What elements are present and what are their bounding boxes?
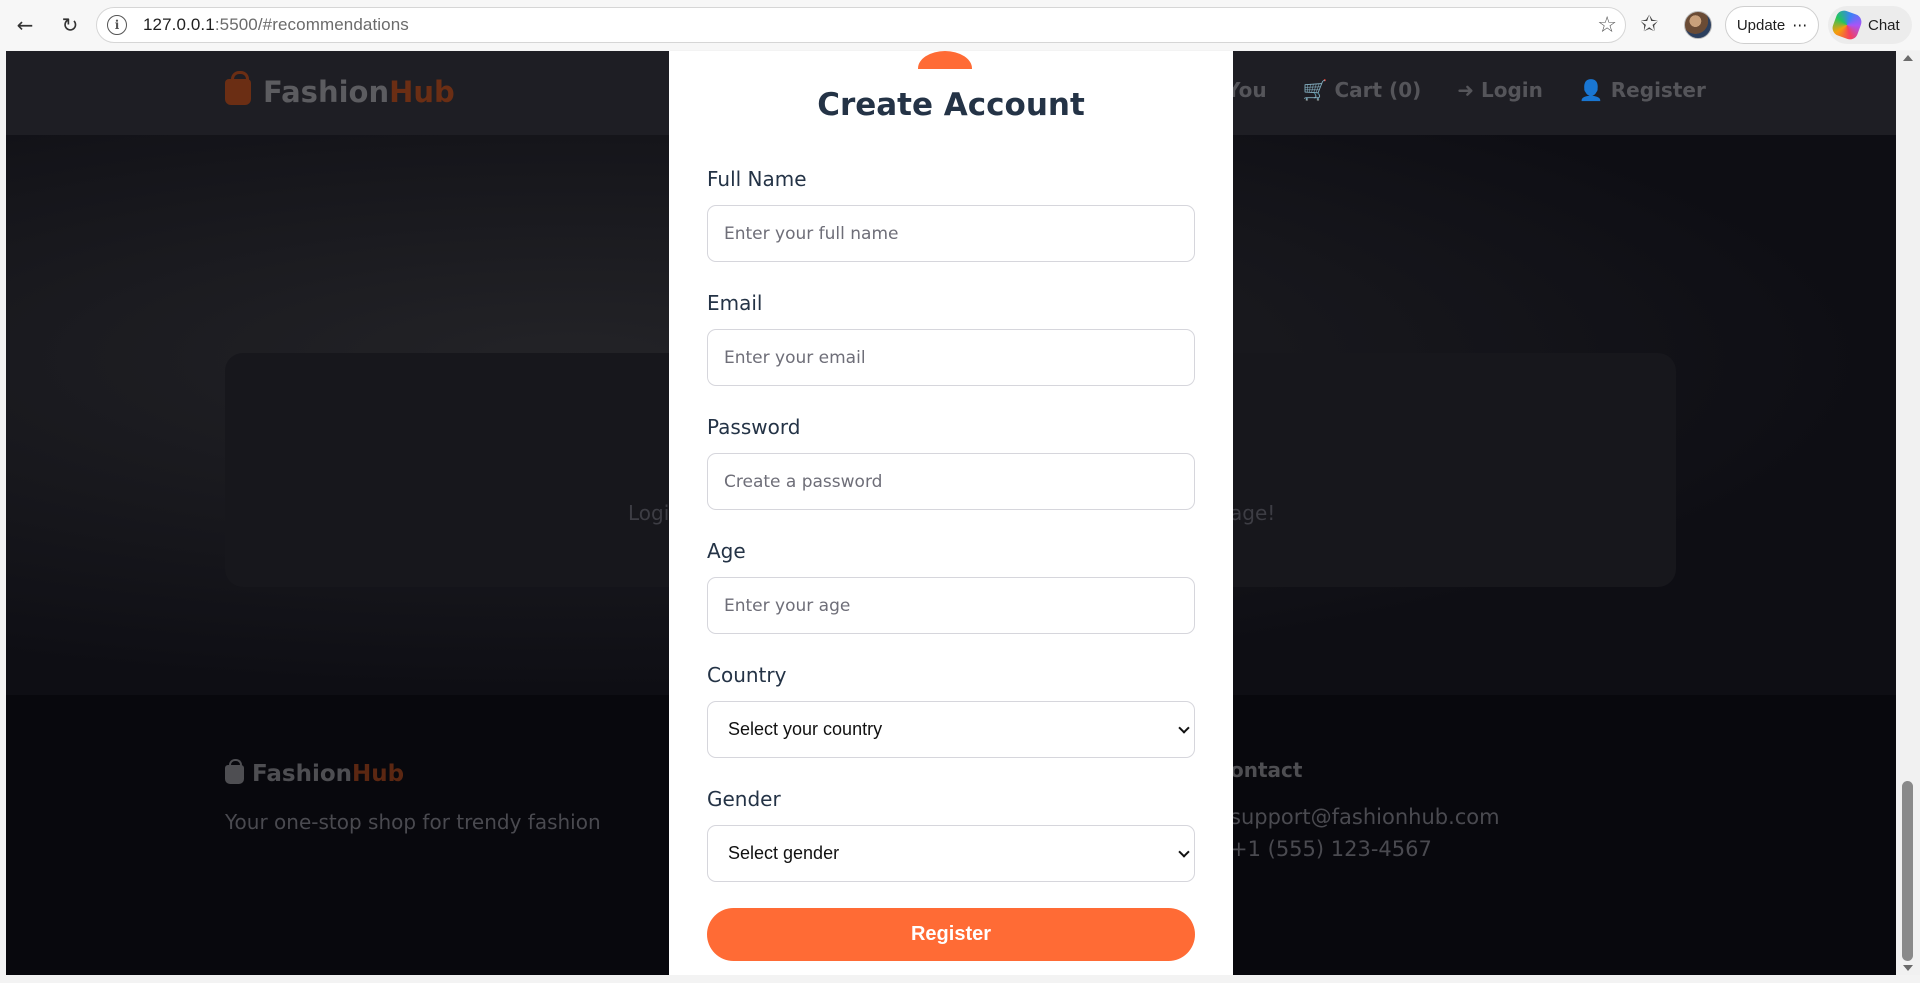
footer-phone-text: +1 (555) 123-4567	[1230, 837, 1432, 861]
recommendations-text-left: Logi	[628, 501, 670, 525]
country-selected-value: Select your country	[728, 719, 883, 739]
chevron-down-icon	[1178, 722, 1190, 734]
gender-selected-value: Select gender	[728, 843, 840, 863]
browser-toolbar: ← ↻ i 127.0.0.1:5500/#recommendations ☆ …	[0, 0, 1920, 50]
footer-logo-accent: Hub	[352, 761, 405, 787]
page-scrollbar[interactable]	[1896, 51, 1920, 975]
url-path: :5500/#recommendations	[214, 15, 409, 34]
nav-register-label: Register	[1610, 78, 1706, 102]
update-button[interactable]: Update ⋯	[1725, 6, 1819, 44]
address-bar[interactable]: i 127.0.0.1:5500/#recommendations ☆	[96, 7, 1626, 43]
site-nav: You 🛒 Cart (0) ➜ Login 👤 Register	[1226, 78, 1706, 102]
favorites-icon[interactable]: ✩	[1640, 12, 1658, 37]
page-viewport: FashionHub You 🛒 Cart (0) ➜ Login 👤 Regi…	[6, 51, 1896, 975]
logo-main-text: Fashion	[263, 75, 390, 109]
site-info-icon[interactable]: i	[107, 15, 127, 35]
reload-icon[interactable]: ↻	[54, 9, 86, 41]
register-modal: Create Account Full Name Email Password …	[669, 51, 1233, 975]
age-input[interactable]	[707, 577, 1195, 634]
footer-contact-heading: ontact	[1230, 758, 1303, 782]
nav-item-login[interactable]: ➜ Login	[1457, 78, 1543, 102]
update-label: Update	[1736, 16, 1786, 34]
nav-cart-label: Cart (0)	[1334, 78, 1422, 102]
url-host: 127.0.0.1	[143, 15, 215, 34]
scroll-up-arrow-icon[interactable]	[1903, 55, 1913, 61]
copilot-icon	[1830, 8, 1864, 42]
footer-logo: FashionHub	[225, 758, 405, 787]
country-label: Country	[707, 663, 787, 687]
window-bottom-edge	[0, 975, 1920, 983]
recommendations-text-right: age!	[1230, 501, 1276, 525]
country-select[interactable]: Select your country	[707, 701, 1195, 758]
email-input[interactable]	[707, 329, 1195, 386]
footer-phone[interactable]: +1 (555) 123-4567	[1230, 837, 1432, 861]
profile-avatar[interactable]	[1684, 11, 1712, 39]
footer-email-text: support@fashionhub.com	[1230, 805, 1500, 829]
site-logo[interactable]: FashionHub	[225, 71, 455, 109]
more-dots-icon: ⋯	[1792, 17, 1808, 34]
full-name-input[interactable]	[707, 205, 1195, 262]
bookmark-star-icon[interactable]: ☆	[1597, 13, 1617, 38]
password-input[interactable]	[707, 453, 1195, 510]
copilot-chat-button[interactable]: Chat	[1828, 6, 1912, 44]
url-text[interactable]: 127.0.0.1:5500/#recommendations	[143, 15, 409, 35]
gender-label: Gender	[707, 787, 781, 811]
register-button[interactable]: Register	[707, 908, 1195, 961]
footer-email[interactable]: support@fashionhub.com	[1230, 805, 1500, 829]
footer-logo-main: Fashion	[252, 761, 353, 787]
chat-label: Chat	[1868, 16, 1900, 34]
age-label: Age	[707, 539, 746, 563]
footer-tagline: Your one-stop shop for trendy fashion	[225, 810, 601, 834]
logo-accent-text: Hub	[389, 75, 455, 109]
email-label: Email	[707, 291, 763, 315]
scroll-down-arrow-icon[interactable]	[1903, 965, 1913, 971]
footer-bag-icon	[225, 758, 244, 784]
password-label: Password	[707, 415, 801, 439]
modal-title: Create Account	[817, 87, 1085, 123]
gender-select[interactable]: Select gender	[707, 825, 1195, 882]
nav-item-register[interactable]: 👤 Register	[1579, 78, 1706, 102]
modal-top-tab	[918, 51, 972, 69]
chevron-down-icon	[1178, 846, 1190, 858]
shopping-bag-icon	[225, 71, 251, 105]
full-name-label: Full Name	[707, 167, 807, 191]
scrollbar-thumb[interactable]	[1902, 781, 1913, 961]
nav-login-label: Login	[1481, 78, 1543, 102]
nav-item-cart[interactable]: 🛒 Cart (0)	[1303, 78, 1422, 102]
back-arrow-icon[interactable]: ←	[9, 9, 41, 41]
